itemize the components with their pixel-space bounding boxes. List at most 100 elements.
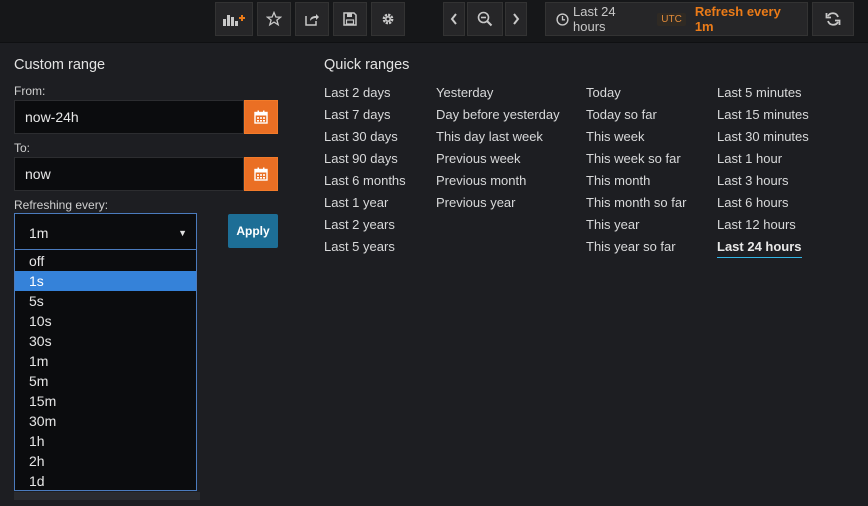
calendar-icon xyxy=(254,110,268,124)
quick-range-option[interactable]: Last 1 hour xyxy=(717,150,809,172)
quick-range-option[interactable]: Last 12 hours xyxy=(717,216,809,238)
quick-range-label: Last 2 days xyxy=(324,85,391,100)
quick-range-label: Previous week xyxy=(436,151,521,166)
save-icon xyxy=(342,11,358,27)
quick-range-option[interactable]: Today so far xyxy=(586,106,686,128)
refresh-option[interactable]: 1m xyxy=(15,351,196,371)
apply-button[interactable]: Apply xyxy=(228,214,278,248)
refresh-option[interactable]: 2h xyxy=(15,451,196,471)
quick-range-label: Last 30 minutes xyxy=(717,129,809,144)
quick-ranges-column: Last 5 minutes Last 15 minutes Last 30 min… xyxy=(717,84,809,260)
quick-range-label: Last 7 days xyxy=(324,107,391,122)
quick-range-label: Last 1 year xyxy=(324,195,389,210)
quick-range-label: This week so far xyxy=(586,151,681,166)
refresh-option[interactable]: off xyxy=(15,251,196,271)
quick-range-option[interactable]: Last 7 days xyxy=(324,106,406,128)
quick-range-option[interactable]: Last 6 hours xyxy=(717,194,809,216)
dashboard-time-picker-view: Last 24 hours UTC Refresh every 1m Custo… xyxy=(0,0,868,506)
share-icon xyxy=(304,11,320,27)
settings-button[interactable] xyxy=(371,2,405,36)
quick-range-option[interactable]: This day last week xyxy=(436,128,560,150)
refresh-button[interactable] xyxy=(812,2,854,36)
quick-range-label: This week xyxy=(586,129,645,144)
quick-range-option[interactable]: This month so far xyxy=(586,194,686,216)
quick-range-option[interactable]: Last 5 years xyxy=(324,238,406,260)
quick-range-label: Last 15 minutes xyxy=(717,107,809,122)
refresh-option[interactable]: 10s xyxy=(15,311,196,331)
quick-range-label: Yesterday xyxy=(436,85,494,100)
add-panel-icon xyxy=(222,11,246,27)
from-input[interactable]: now-24h xyxy=(14,100,244,134)
quick-range-label: Last 30 days xyxy=(324,129,398,144)
chevron-left-icon xyxy=(449,12,459,26)
quick-range-option[interactable]: Day before yesterday xyxy=(436,106,560,128)
quick-range-label: Last 6 months xyxy=(324,173,406,188)
quick-range-option[interactable]: Last 6 months xyxy=(324,172,406,194)
time-picker-button[interactable]: Last 24 hours UTC Refresh every 1m xyxy=(545,2,808,36)
custom-range-title: Custom range xyxy=(14,57,106,73)
quick-range-label: Last 24 hours xyxy=(717,239,802,258)
refreshing-every-label: Refreshing every: xyxy=(14,198,109,212)
quick-range-label: This year so far xyxy=(586,239,676,254)
quick-range-label: Today so far xyxy=(586,107,657,122)
add-panel-button[interactable] xyxy=(215,2,253,36)
quick-range-option[interactable]: Previous year xyxy=(436,194,560,216)
save-button[interactable] xyxy=(333,2,367,36)
quick-range-option[interactable]: Last 30 minutes xyxy=(717,128,809,150)
time-range-label: Last 24 hours xyxy=(573,4,616,34)
calendar-icon xyxy=(254,167,268,181)
refresh-option[interactable]: 15m xyxy=(15,391,196,411)
refresh-option[interactable]: 5s xyxy=(15,291,196,311)
from-calendar-button[interactable] xyxy=(244,100,278,134)
quick-range-label: Previous month xyxy=(436,173,527,188)
quick-ranges-column: Yesterday Day before yesterday This day la… xyxy=(436,84,560,216)
quick-range-label: Last 6 hours xyxy=(717,195,789,210)
quick-range-label: Last 12 hours xyxy=(717,217,796,232)
top-navbar: Last 24 hours UTC Refresh every 1m xyxy=(0,0,868,43)
quick-range-option[interactable]: Today xyxy=(586,84,686,106)
quick-range-option[interactable]: Last 2 days xyxy=(324,84,406,106)
quick-range-label: Today xyxy=(586,85,621,100)
quick-range-option[interactable]: This month xyxy=(586,172,686,194)
to-label: To: xyxy=(14,141,31,155)
quick-ranges-column: Last 2 days Last 7 days Last 30 days Last 9… xyxy=(324,84,406,260)
time-shift-forward-button[interactable] xyxy=(505,2,527,36)
quick-range-option[interactable]: This week so far xyxy=(586,150,686,172)
refresh-icon xyxy=(825,11,841,27)
quick-range-label: Last 1 hour xyxy=(717,151,783,166)
quick-range-option[interactable]: This year so far xyxy=(586,238,686,260)
refresh-option[interactable]: 1h xyxy=(15,431,196,451)
time-picker-group: Last 24 hours UTC Refresh every 1m xyxy=(545,2,858,36)
refresh-interval-label: Refresh every 1m xyxy=(694,4,781,34)
refresh-option[interactable]: 1d xyxy=(15,471,196,491)
quick-range-option[interactable]: Last 1 year xyxy=(324,194,406,216)
refresh-interval-dropdown: off 1s 5s 10s 30s 1m 5m 15m 30m 1h 2h 1d xyxy=(14,249,197,491)
refresh-option[interactable]: 30s xyxy=(15,331,196,351)
share-button[interactable] xyxy=(295,2,329,36)
quick-range-label: This month xyxy=(586,173,651,188)
quick-range-option[interactable]: Previous month xyxy=(436,172,560,194)
quick-range-option[interactable]: Last 30 days xyxy=(324,128,406,150)
quick-range-option[interactable]: Last 24 hours xyxy=(717,238,809,260)
quick-range-option[interactable]: Last 90 days xyxy=(324,150,406,172)
quick-range-option[interactable]: Last 2 years xyxy=(324,216,406,238)
refresh-interval-select[interactable]: 1m ▼ xyxy=(14,213,197,249)
to-calendar-button[interactable] xyxy=(244,157,278,191)
to-input[interactable]: now xyxy=(14,157,244,191)
quick-range-option[interactable]: Yesterday xyxy=(436,84,560,106)
star-button[interactable] xyxy=(257,2,291,36)
quick-range-option[interactable]: Last 15 minutes xyxy=(717,106,809,128)
refresh-option[interactable]: 1s xyxy=(15,271,196,291)
quick-range-option[interactable]: Previous week xyxy=(436,150,560,172)
chevron-right-icon xyxy=(511,12,521,26)
time-shift-back-button[interactable] xyxy=(443,2,465,36)
star-icon xyxy=(266,11,282,27)
quick-ranges-column: Today Today so far This week This week so f… xyxy=(586,84,686,260)
quick-range-option[interactable]: Last 5 minutes xyxy=(717,84,809,106)
refresh-option[interactable]: 30m xyxy=(15,411,196,431)
refresh-option[interactable]: 5m xyxy=(15,371,196,391)
quick-range-option[interactable]: This week xyxy=(586,128,686,150)
quick-range-option[interactable]: This year xyxy=(586,216,686,238)
zoom-out-button[interactable] xyxy=(467,2,503,36)
quick-range-option[interactable]: Last 3 hours xyxy=(717,172,809,194)
